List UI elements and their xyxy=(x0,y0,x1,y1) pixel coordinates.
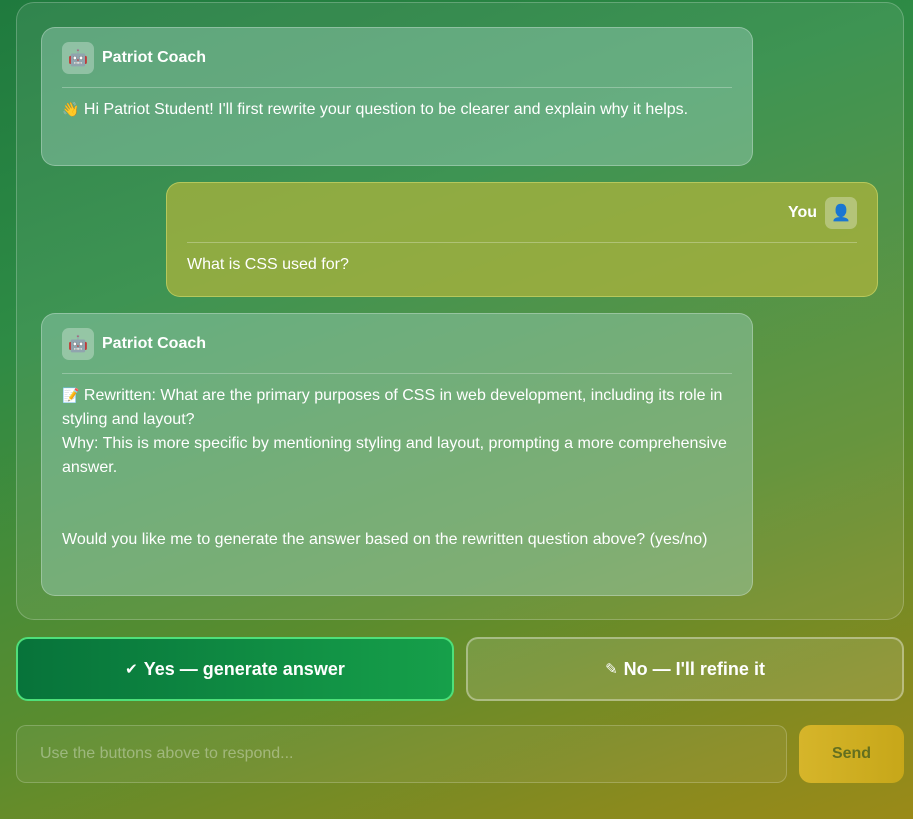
robot-icon: 🤖 xyxy=(62,41,94,74)
coach-message: 🤖 Patriot Coach 📝 Rewritten: What are th… xyxy=(41,313,753,596)
rewritten-text: Rewritten: What are the primary purposes… xyxy=(62,387,723,428)
check-icon: ✔ xyxy=(125,660,138,678)
send-button[interactable]: Send xyxy=(799,725,904,783)
message-header: 🤖 Patriot Coach xyxy=(62,28,732,88)
message-text: 👋 Hi Patriot Student! I'll first rewrite… xyxy=(62,88,732,122)
user-icon: 👤 xyxy=(825,196,857,229)
robot-icon: 🤖 xyxy=(62,327,94,360)
wave-icon: 👋 xyxy=(62,102,80,118)
message-text: What is CSS used for? xyxy=(187,256,349,273)
memo-icon: 📝 xyxy=(62,388,80,404)
sender-name: Patriot Coach xyxy=(102,48,207,66)
confirm-question: Would you like me to generate the answer… xyxy=(62,531,708,548)
no-refine-button[interactable]: ✎ No — I'll refine it xyxy=(466,637,904,701)
chat-panel: 🤖 Patriot Coach 👋 Hi Patriot Student! I'… xyxy=(16,2,904,620)
coach-message: 🤖 Patriot Coach 👋 Hi Patriot Student! I'… xyxy=(41,27,753,166)
yes-label: Yes — generate answer xyxy=(143,658,345,679)
message-header: 🤖 Patriot Coach xyxy=(62,314,732,374)
message-header: You 👤 xyxy=(187,183,857,243)
pencil-icon: ✎ xyxy=(605,660,618,678)
sender-name: Patriot Coach xyxy=(102,334,207,352)
sender-name: You xyxy=(787,203,817,221)
no-label: No — I'll refine it xyxy=(623,658,765,679)
yes-generate-button[interactable]: ✔ Yes — generate answer xyxy=(16,637,454,701)
message-text: 📝 Rewritten: What are the primary purpos… xyxy=(62,374,732,552)
user-message: You 👤 What is CSS used for? xyxy=(166,182,878,297)
message-input[interactable] xyxy=(16,725,787,783)
message-text-content: Hi Patriot Student! I'll first rewrite y… xyxy=(83,101,689,118)
why-text: Why: This is more specific by mentioning… xyxy=(62,435,727,476)
